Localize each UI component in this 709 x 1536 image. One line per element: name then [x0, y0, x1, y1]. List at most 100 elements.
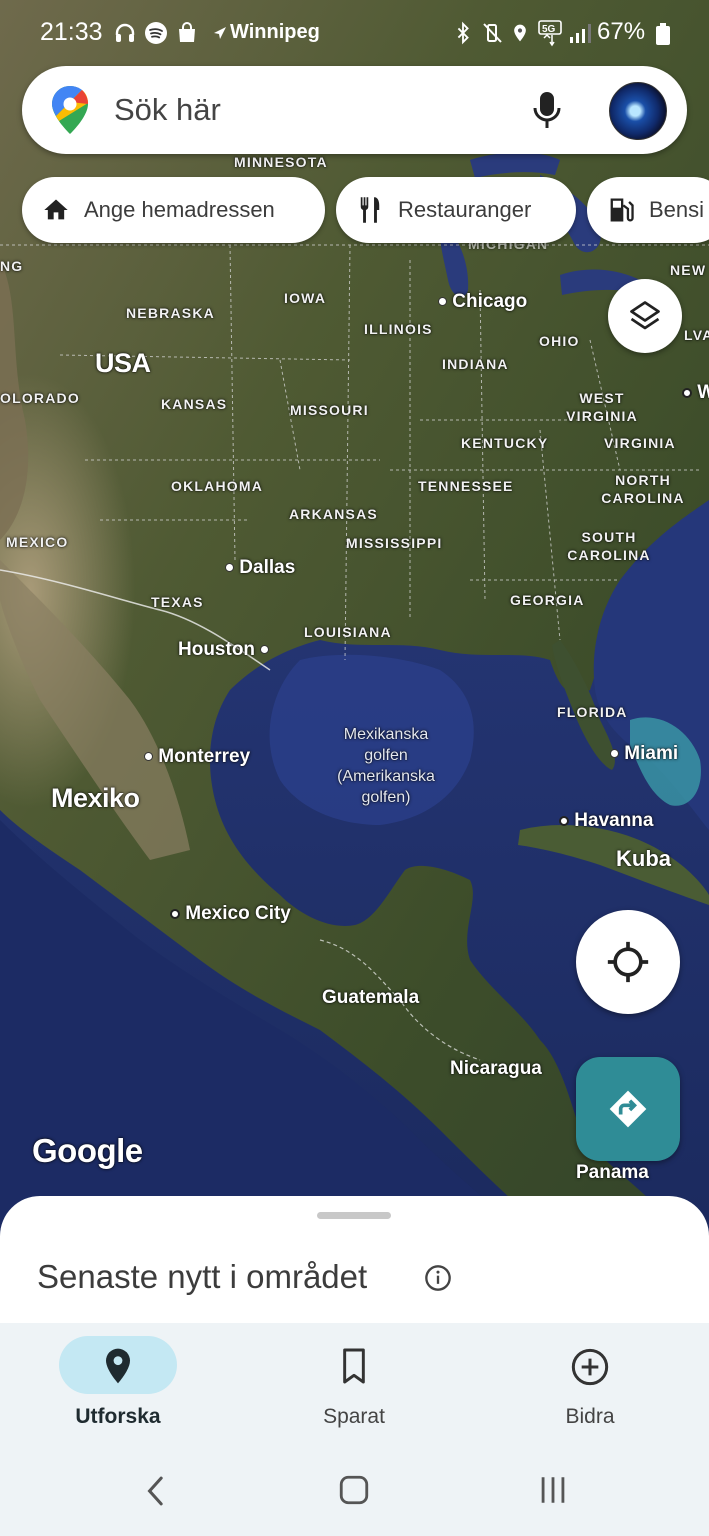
city-name: Monterrey	[158, 746, 251, 767]
back-icon[interactable]	[142, 1473, 170, 1509]
state-label: LVAN	[684, 327, 709, 343]
navigation-icon	[214, 27, 226, 39]
chip-label: Restauranger	[398, 197, 532, 222]
state-label: TENNESSEE	[418, 478, 514, 494]
state-label: GEORGIA	[510, 592, 585, 608]
city-label-havanna[interactable]: Havanna	[559, 810, 653, 832]
capital-dot	[559, 815, 569, 826]
state-label: WEST VIRGINIA	[566, 390, 638, 424]
state-label: TEXAS	[151, 594, 204, 610]
city-label-dallas[interactable]: Dallas	[225, 557, 295, 579]
layers-button[interactable]	[608, 279, 682, 353]
location-icon	[514, 24, 526, 42]
microphone-icon[interactable]	[532, 90, 562, 132]
chip-home[interactable]: Ange hemadressen	[22, 177, 325, 243]
water-label-gulf: Mexikanska golfen (Amerikanska golfen)	[326, 724, 446, 808]
city-label-w[interactable]: W	[682, 382, 709, 404]
crosshair-icon	[607, 941, 649, 983]
gas-station-icon	[610, 198, 634, 222]
search-placeholder[interactable]: Sök här	[114, 92, 221, 128]
nav-saved[interactable]: Sparat	[236, 1323, 472, 1453]
directions-button[interactable]	[576, 1057, 680, 1161]
country-label: USA	[95, 348, 151, 378]
search-bar[interactable]: Sök här	[22, 66, 687, 154]
country-label: Mexiko	[51, 783, 140, 813]
city-name: W	[697, 382, 709, 403]
state-label: OKLAHOMA	[171, 478, 264, 494]
signal-icon	[570, 24, 591, 43]
state-label: MINNESOTA	[234, 154, 328, 170]
city-label-monterrey[interactable]: Monterrey	[144, 746, 250, 768]
city-label-miami[interactable]: Miami	[610, 743, 678, 765]
capital-dot	[682, 387, 692, 398]
water-line: (Amerikanska	[337, 768, 435, 785]
city-name: Houston	[178, 639, 256, 660]
city-label-houston[interactable]: Houston	[178, 639, 270, 661]
state-label: MISSISSIPPI	[346, 535, 443, 551]
sheet-title: Senaste nytt i området	[37, 1258, 368, 1295]
home-button-icon[interactable]	[337, 1473, 371, 1507]
state-label: KANSAS	[161, 396, 228, 412]
state-label: MEXICO	[6, 534, 69, 550]
city-name: Havanna	[574, 810, 654, 831]
google-maps-logo-icon	[52, 86, 88, 134]
recent-apps-icon[interactable]	[536, 1473, 570, 1507]
state-label: LOUISIANA	[304, 624, 392, 640]
status-bar: 21:33 Winnipeg 5G 67%	[0, 0, 709, 66]
city-dot	[438, 297, 447, 307]
chip-label: Ange hemadressen	[84, 197, 275, 222]
bottom-navigation: Utforska Sparat Bidra	[0, 1323, 709, 1453]
city-dot	[610, 749, 619, 759]
state-label: NORTH CAROLINA	[601, 472, 685, 506]
state-label: FLORIDA	[557, 704, 628, 720]
state-label: NEW	[670, 262, 707, 278]
state-label: IOWA	[284, 290, 327, 306]
add-circle-icon	[571, 1348, 609, 1386]
water-line: golfen	[364, 747, 408, 764]
state-label: KENTUCKY	[461, 435, 549, 451]
city-dot	[260, 645, 270, 655]
city-name: Dallas	[239, 557, 296, 578]
nav-label: Bidra	[565, 1405, 615, 1428]
5g-icon: 5G	[538, 20, 562, 47]
chip-gas[interactable]: Bensi	[587, 177, 709, 243]
bluetooth-icon	[457, 21, 469, 45]
state-label: NEBRASKA	[126, 305, 215, 321]
vibrate-mute-icon	[483, 23, 502, 43]
state-label: SOUTH CAROLINA	[567, 529, 651, 563]
country-label: Guatemala	[322, 987, 420, 1008]
directions-icon	[609, 1090, 647, 1128]
status-time: 21:33	[40, 18, 103, 46]
bottom-sheet[interactable]: Senaste nytt i området	[0, 1196, 709, 1324]
my-location-button[interactable]	[576, 910, 680, 1014]
nav-contribute[interactable]: Bidra	[472, 1323, 708, 1453]
state-label: MISSOURI	[290, 402, 369, 418]
state-label: INDIANA	[442, 356, 509, 372]
chip-label: Bensi	[649, 197, 705, 222]
city-label-mexico-city[interactable]: Mexico City	[170, 903, 291, 925]
city-label-chicago[interactable]: Chicago	[438, 291, 527, 313]
city-name: Mexico City	[185, 903, 291, 924]
bookmark-icon	[343, 1348, 365, 1384]
nav-label: Utforska	[75, 1405, 161, 1428]
nav-explore[interactable]: Utforska	[0, 1323, 236, 1453]
state-label: OHIO	[539, 333, 580, 349]
country-label: Nicaragua	[450, 1058, 542, 1079]
layers-icon	[630, 301, 660, 330]
city-dot	[144, 752, 153, 762]
sheet-drag-handle[interactable]	[317, 1212, 391, 1219]
explore-pin-icon	[106, 1348, 130, 1384]
nav-label: Sparat	[323, 1405, 385, 1428]
state-label: OLORADO	[0, 390, 80, 406]
headphones-icon	[115, 23, 135, 42]
chip-restaurants[interactable]: Restauranger	[336, 177, 576, 243]
info-icon[interactable]	[424, 1264, 452, 1292]
avatar[interactable]	[609, 82, 667, 140]
battery-percent: 67%	[597, 18, 646, 45]
state-label: NG	[0, 258, 24, 274]
system-navigation-bar	[0, 1453, 709, 1536]
state-label: ARKANSAS	[289, 506, 378, 522]
svg-text:5G: 5G	[542, 24, 556, 35]
country-label: Panama	[576, 1162, 649, 1183]
spotify-icon	[145, 22, 167, 44]
